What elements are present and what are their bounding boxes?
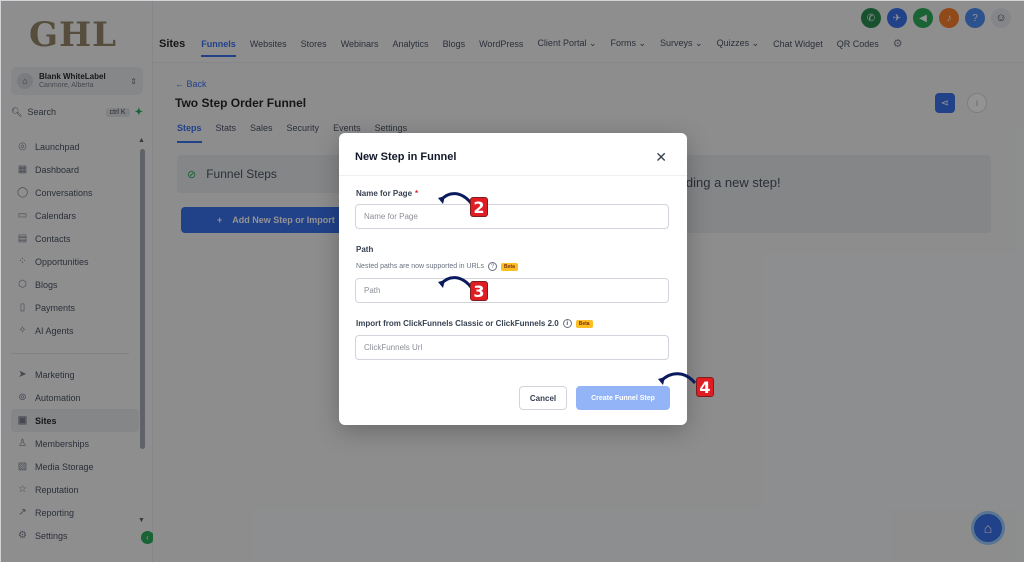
help-circle-icon[interactable]: ? (488, 262, 498, 271)
path-field-label: Path (356, 245, 374, 254)
beta-badge: Beta (501, 262, 518, 271)
annotation-step-4: 4 (696, 377, 714, 397)
info-circle-icon[interactable]: i (562, 319, 572, 328)
annotation-arrow-2-icon (438, 192, 473, 205)
close-icon[interactable]: ✕ (655, 149, 667, 166)
required-marker: * (415, 189, 419, 198)
name-field-label: Name for Page * (356, 189, 419, 198)
annotation-step-3: 3 (470, 281, 488, 301)
annotation-arrow-3-icon (438, 276, 473, 289)
path-help: Nested paths are now supported in URLs ?… (356, 262, 518, 271)
import-field-label: Import from ClickFunnels Classic or Clic… (356, 319, 593, 328)
modal-divider (339, 175, 687, 176)
modal-title: New Step in Funnel (355, 151, 457, 163)
path-input[interactable] (355, 278, 669, 303)
path-help-text: Nested paths are now supported in URLs (356, 263, 485, 270)
new-step-modal: New Step in Funnel ✕ Name for Page* Path… (339, 133, 687, 425)
app-window: GHL ⌂ Blank WhiteLabel Canmore, Alberta … (0, 0, 1024, 562)
annotation-step-2: 2 (470, 197, 488, 217)
cancel-button[interactable]: Cancel (519, 386, 567, 410)
annotation-arrow-4-icon (658, 372, 697, 385)
clickfunnels-url-input[interactable] (355, 335, 669, 360)
create-funnel-step-button[interactable]: Create Funnel Step (576, 386, 670, 410)
page-name-input[interactable] (355, 204, 669, 229)
beta-badge-import: Beta (575, 319, 593, 328)
